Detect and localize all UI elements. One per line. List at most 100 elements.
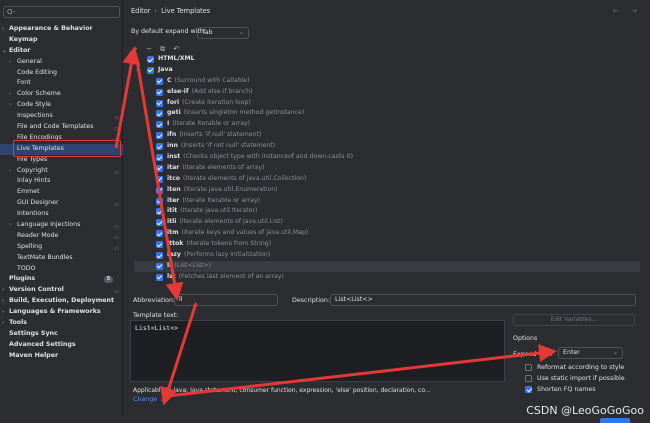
sidebar-item-advanced-settings[interactable]: Advanced Settings <box>0 340 123 351</box>
sidebar-item-editor[interactable]: ⌄ Editor <box>0 46 123 57</box>
chevron-right-icon[interactable]: › <box>135 54 137 65</box>
chevron-right-icon[interactable]: › <box>2 285 4 296</box>
settings-search-input[interactable]: Q- <box>3 6 120 18</box>
chevron-right-icon[interactable]: › <box>9 89 11 100</box>
shorten-fq-checkbox[interactable] <box>525 386 532 393</box>
sidebar-item-code-editing[interactable]: Code Editing <box>0 68 123 79</box>
template-item[interactable]: I (Iterate Iterable or array) <box>134 119 640 130</box>
template-item[interactable]: iter (Iterate Iterable or array) <box>134 196 640 207</box>
description-input[interactable]: List<List<> <box>330 294 636 306</box>
sidebar-item-version-control[interactable]: › Version Control ▭ <box>0 285 123 296</box>
template-checkbox[interactable] <box>156 262 163 270</box>
template-item[interactable]: itli (Iterate elements of java.util.List) <box>134 217 640 228</box>
chevron-right-icon[interactable]: › <box>9 166 11 177</box>
template-checkbox[interactable] <box>156 186 163 194</box>
sidebar-item-font[interactable]: Font <box>0 78 123 89</box>
template-item[interactable]: iten (Iterate java.util.Enumeration) <box>134 185 640 196</box>
template-item[interactable]: lst (Fetches last element of an array) <box>134 272 640 283</box>
template-item[interactable]: itar (Iterate elements of array) <box>134 163 640 174</box>
template-checkbox[interactable] <box>156 132 163 140</box>
template-group-java[interactable]: ⌄ Java <box>134 65 640 76</box>
sidebar-item-emmet[interactable]: Emmet <box>0 187 123 198</box>
template-item[interactable]: itm (Iterate keys and values of java.util… <box>134 228 640 239</box>
sidebar-item-general[interactable]: › General <box>0 57 123 68</box>
template-checkbox[interactable] <box>156 88 163 96</box>
template-checkbox[interactable] <box>156 241 163 249</box>
chevron-right-icon[interactable]: › <box>2 318 4 329</box>
template-item[interactable]: inst (Checks object type with instanceof … <box>134 152 640 163</box>
template-item[interactable]: inn (Inserts 'if not null' statement) <box>134 141 640 152</box>
edit-variables-button[interactable]: Edit Variables... <box>513 314 635 326</box>
template-checkbox[interactable] <box>156 219 163 227</box>
sidebar-item-plugins[interactable]: Plugins 5 <box>0 274 123 285</box>
template-checkbox[interactable] <box>156 230 163 238</box>
template-item[interactable]: itit (Iterate java.util.Iterator) <box>134 206 640 217</box>
sidebar-item-build-execution-deployment[interactable]: › Build, Execution, Deployment <box>0 296 123 307</box>
template-checkbox[interactable] <box>156 175 163 183</box>
change-contexts-link[interactable]: Change ⌄ <box>133 396 164 403</box>
template-checkbox[interactable] <box>156 273 163 281</box>
template-checkbox[interactable] <box>156 154 163 162</box>
template-checkbox[interactable] <box>156 208 163 216</box>
breadcrumb-separator: › <box>154 7 158 15</box>
breadcrumb-editor[interactable]: Editor <box>131 7 151 15</box>
sidebar-item-code-style[interactable]: › Code Style <box>0 100 123 111</box>
sidebar-item-appearance-behavior[interactable]: › Appearance & Behavior <box>0 24 123 35</box>
templates-toolbar[interactable]: + − ⧉ ↶ <box>132 45 182 54</box>
back-forward-arrows-icon[interactable]: ← → <box>613 7 642 15</box>
sidebar-item-intentions[interactable]: Intentions <box>0 209 123 220</box>
template-checkbox[interactable] <box>156 252 163 260</box>
abbreviation-input[interactable]: ll <box>174 294 278 306</box>
sidebar-item-language-injections[interactable]: › Language Injections ▭ <box>0 220 123 231</box>
template-item[interactable]: else-if (Add else-if branch) <box>134 87 640 98</box>
reformat-checkbox[interactable] <box>525 364 532 371</box>
template-item[interactable]: lazy (Performs lazy initialization) <box>134 250 640 261</box>
sidebar-item-todo[interactable]: TODO <box>0 264 123 275</box>
template-description: (Iterate tokens from String) <box>186 240 272 248</box>
expand-with-select[interactable]: Enter ⌄ <box>558 347 623 359</box>
sidebar-item-languages-frameworks[interactable]: › Languages & Frameworks <box>0 307 123 318</box>
chevron-right-icon[interactable]: › <box>2 24 4 35</box>
sidebar-item-copyright[interactable]: › Copyright ▭ <box>0 166 123 177</box>
template-text-editor[interactable]: List<List<> <box>130 320 505 382</box>
chevron-down-icon[interactable]: ⌄ <box>2 46 7 57</box>
chevron-down-icon[interactable]: ⌄ <box>135 65 140 76</box>
sidebar-item-inlay-hints[interactable]: Inlay Hints <box>0 176 123 187</box>
ok-button[interactable] <box>600 418 630 423</box>
template-checkbox[interactable] <box>156 110 163 118</box>
sidebar-item-settings-sync[interactable]: Settings Sync <box>0 329 123 340</box>
chevron-right-icon[interactable]: › <box>2 307 4 318</box>
template-checkbox[interactable] <box>156 143 163 151</box>
template-item[interactable]: ifn (Inserts 'if null' statement) <box>134 130 640 141</box>
template-item[interactable]: geti (Inserts singleton method getInstanc… <box>134 108 640 119</box>
template-checkbox[interactable] <box>156 99 163 107</box>
sidebar-item-reader-mode[interactable]: Reader Mode ▭ <box>0 231 123 242</box>
template-checkbox[interactable] <box>156 164 163 172</box>
template-item[interactable]: ll (List<List>) <box>134 260 640 272</box>
sidebar-item-textmate-bundles[interactable]: TextMate Bundles <box>0 253 123 264</box>
sidebar-item-keymap[interactable]: Keymap <box>0 35 123 46</box>
chevron-right-icon[interactable]: › <box>2 296 4 307</box>
static-import-checkbox[interactable] <box>525 375 532 382</box>
template-group-html-xml[interactable]: › HTML/XML <box>134 54 640 65</box>
sidebar-item-tools[interactable]: › Tools <box>0 318 123 329</box>
template-group-checkbox[interactable] <box>147 56 154 63</box>
template-checkbox[interactable] <box>156 121 163 129</box>
template-checkbox[interactable] <box>156 197 163 205</box>
chevron-right-icon[interactable]: › <box>9 100 11 111</box>
sidebar-item-spelling[interactable]: Spelling ▭ <box>0 242 123 253</box>
template-item[interactable]: ittok (Iterate tokens from String) <box>134 239 640 250</box>
sidebar-item-inspections[interactable]: Inspections ▭ <box>0 111 123 122</box>
sidebar-item-color-scheme[interactable]: › Color Scheme <box>0 89 123 100</box>
template-group-checkbox[interactable] <box>147 66 154 74</box>
chevron-right-icon[interactable]: › <box>9 220 11 231</box>
template-item[interactable]: fori (Create iteration loop) <box>134 98 640 109</box>
sidebar-item-gui-designer[interactable]: GUI Designer ▭ <box>0 198 123 209</box>
template-checkbox[interactable] <box>156 77 163 85</box>
sidebar-item-maven-helper[interactable]: Maven Helper <box>0 351 123 362</box>
sidebar-item-file-and-code-templates[interactable]: File and Code Templates ▭ <box>0 122 123 133</box>
template-item[interactable]: C (Surround with Callable) <box>134 76 640 87</box>
template-item[interactable]: itco (Iterate elements of java.util.Colle… <box>134 174 640 185</box>
default-expand-select[interactable]: Tab ⌄ <box>197 27 249 39</box>
chevron-right-icon[interactable]: › <box>9 57 11 68</box>
